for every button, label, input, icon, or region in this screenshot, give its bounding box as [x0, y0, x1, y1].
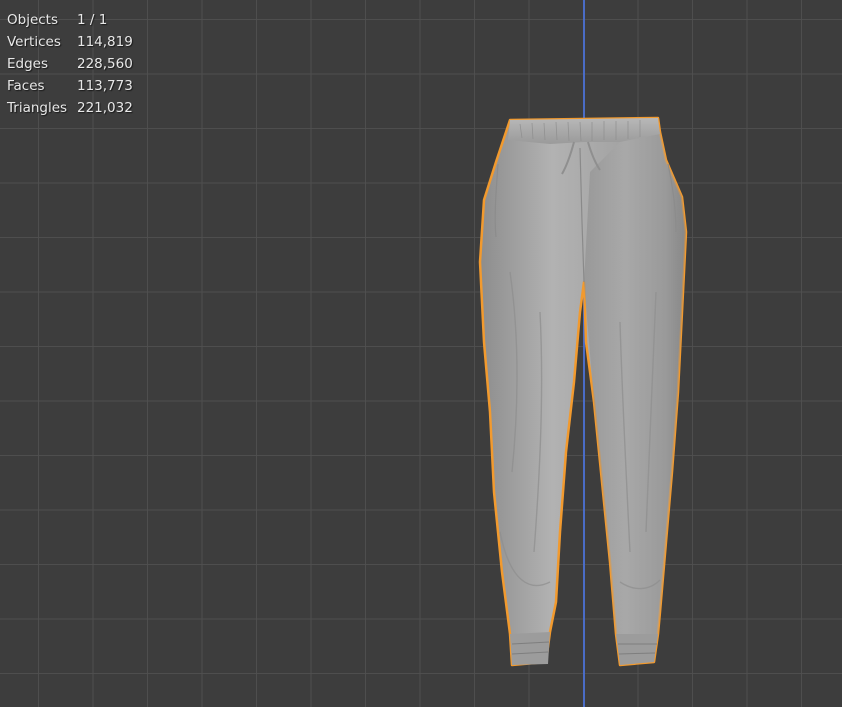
- stat-value: 114,819: [77, 34, 133, 50]
- stat-row-edges: Edges 228,560: [7, 53, 133, 75]
- stat-value: 113,773: [77, 78, 133, 94]
- pants-mesh-object[interactable]: [470, 112, 700, 672]
- 3d-viewport[interactable]: Objects 1 / 1 Vertices 114,819 Edges 228…: [0, 0, 842, 707]
- stat-row-objects: Objects 1 / 1: [7, 9, 133, 31]
- stat-label: Objects: [7, 12, 59, 28]
- stat-value: 221,032: [77, 100, 133, 116]
- stat-label: Edges: [7, 56, 49, 72]
- stat-value: 1 / 1: [77, 12, 108, 28]
- stat-value: 228,560: [77, 56, 133, 72]
- scene-statistics-overlay: Objects 1 / 1 Vertices 114,819 Edges 228…: [7, 9, 133, 119]
- right-leg-shade: [584, 132, 686, 665]
- right-cuff: [616, 634, 658, 665]
- stat-label: Triangles: [7, 100, 68, 116]
- stat-row-faces: Faces 113,773: [7, 75, 133, 97]
- stat-row-vertices: Vertices 114,819: [7, 31, 133, 53]
- stat-row-triangles: Triangles 221,032: [7, 97, 133, 119]
- stat-label: Vertices: [7, 34, 61, 50]
- left-cuff: [510, 632, 550, 665]
- stat-label: Faces: [7, 78, 45, 94]
